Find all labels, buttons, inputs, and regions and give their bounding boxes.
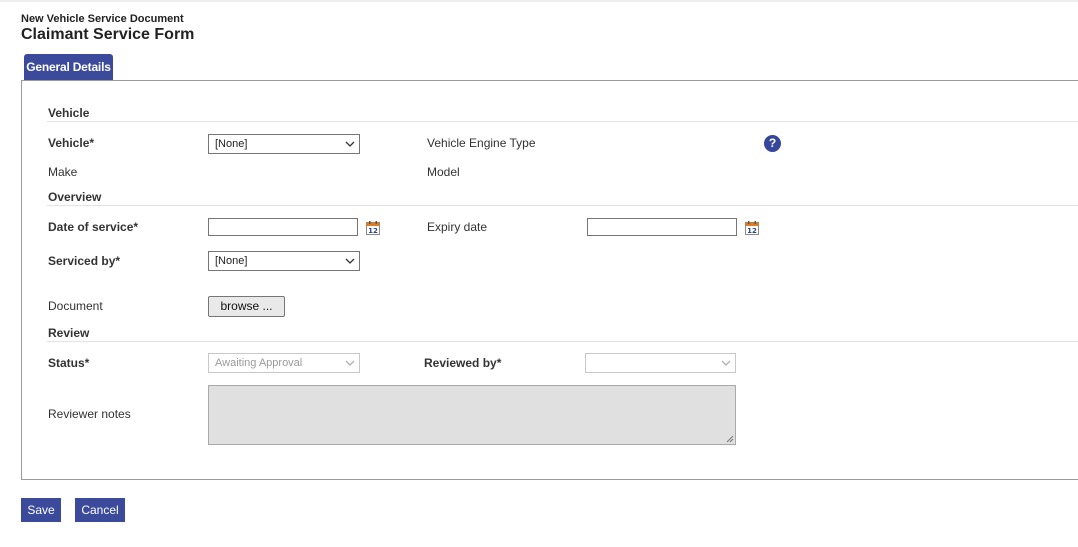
section-divider [47,121,1078,122]
expiry-date-input[interactable] [587,218,737,236]
page-title: Claimant Service Form [21,26,195,43]
resize-grip-icon [726,435,734,443]
section-title-review: Review [48,326,90,340]
document-type-label: New Vehicle Service Document [21,13,184,25]
top-border [0,0,1078,2]
help-icon[interactable]: ? [764,135,781,152]
chevron-down-icon [345,141,355,147]
section-divider [47,341,1078,342]
make-label: Make [48,165,78,179]
svg-text:12: 12 [368,227,378,235]
document-label: Document [48,299,103,313]
calendar-icon[interactable]: 12 [745,221,759,235]
section-title-overview: Overview [48,190,102,204]
tab-general-details[interactable]: General Details [24,54,113,81]
reviewer-notes-label: Reviewer notes [48,407,131,421]
status-select-value: Awaiting Approval [215,357,303,369]
browse-button[interactable]: browse ... [208,296,285,317]
svg-text:12: 12 [747,227,757,235]
chevron-down-icon [345,258,355,264]
vehicle-select[interactable]: [None] [208,134,360,154]
vehicle-label: Vehicle* [48,136,95,150]
status-label: Status* [48,356,90,370]
vehicle-select-value: [None] [215,138,248,150]
date-of-service-label: Date of service* [48,220,139,234]
calendar-icon[interactable]: 12 [366,221,380,235]
section-divider [47,205,1078,206]
reviewer-notes-textarea [208,385,736,445]
date-of-service-input[interactable] [208,218,358,236]
serviced-by-select[interactable]: [None] [208,251,360,271]
serviced-by-select-value: [None] [215,255,248,267]
chevron-down-icon [345,360,355,366]
save-button[interactable]: Save [21,498,61,522]
chevron-down-icon [721,360,731,366]
section-title-vehicle: Vehicle [48,106,90,120]
status-select: Awaiting Approval [208,353,360,373]
vehicle-engine-type-label: Vehicle Engine Type [427,136,536,150]
reviewed-by-label: Reviewed by* [424,356,502,370]
reviewed-by-select [585,353,736,373]
model-label: Model [427,165,460,179]
cancel-button[interactable]: Cancel [75,498,125,522]
serviced-by-label: Serviced by* [48,254,121,268]
expiry-date-label: Expiry date [427,220,488,234]
